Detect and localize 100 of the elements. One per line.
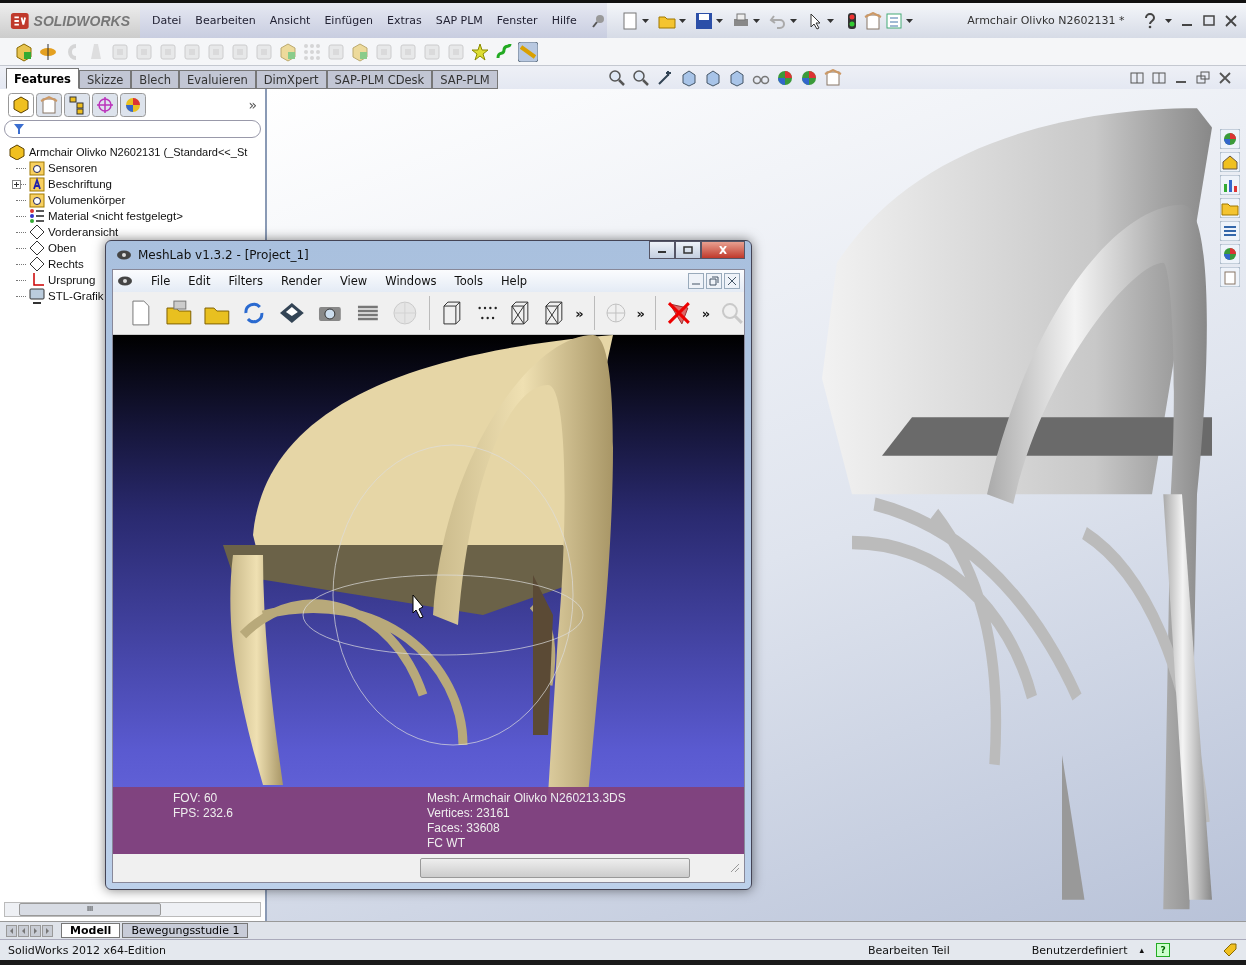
units-selector[interactable]: Benutzerdefiniert (1031, 943, 1128, 957)
help-button[interactable]: ? (1156, 943, 1170, 957)
caret-icon[interactable] (826, 18, 834, 23)
close-icon[interactable] (1224, 13, 1238, 28)
menu-item[interactable]: Render (281, 274, 322, 288)
info-text: FOV: 60 (173, 791, 219, 806)
expand-icon[interactable] (12, 180, 21, 189)
edit-mode-text: Bearbeiten Teil (868, 943, 950, 957)
caret-icon[interactable] (641, 18, 649, 23)
part-icon (8, 143, 26, 160)
maximize-icon[interactable] (1202, 13, 1216, 28)
restore-icon[interactable] (1196, 70, 1210, 85)
close-icon[interactable] (1218, 70, 1232, 85)
tree-item[interactable]: Sensoren (48, 162, 98, 174)
caret-icon[interactable] (789, 18, 797, 23)
tree-item[interactable]: STL-Grafik (48, 290, 104, 302)
menu-item[interactable]: Filters (228, 274, 263, 288)
folder-icon[interactable] (164, 299, 193, 327)
folder-icon[interactable] (1220, 198, 1240, 218)
units-arrow[interactable]: ▴ (1139, 945, 1144, 955)
feature-tree-icon[interactable] (8, 93, 34, 117)
menu-item[interactable]: Windows (385, 274, 437, 288)
chart-icon[interactable] (1220, 175, 1240, 195)
cube-icon[interactable] (703, 68, 722, 87)
command-tab[interactable]: Features (6, 68, 79, 89)
more-button[interactable]: » (575, 305, 584, 321)
checklist-icon[interactable] (884, 11, 903, 30)
tree-root-label[interactable]: Armchair Olivko N2602131 (_Standard<<_St (29, 145, 248, 158)
axis-icon[interactable] (38, 41, 58, 62)
caret-icon[interactable] (715, 18, 723, 23)
resize-grip-icon[interactable] (730, 863, 740, 873)
zoom-icon[interactable] (607, 68, 626, 87)
menu-item[interactable]: Einfügen (324, 14, 373, 27)
model-tab[interactable]: Modell (61, 923, 121, 938)
close-icon (718, 246, 728, 254)
menu-item[interactable]: Extras (386, 14, 422, 27)
tree-item[interactable]: Oben (48, 242, 77, 254)
logo-icon (10, 10, 30, 31)
menu-item[interactable]: Edit (188, 274, 211, 288)
monitor-icon (29, 288, 45, 304)
close-icon[interactable] (724, 273, 740, 289)
more-button[interactable]: » (636, 305, 645, 321)
menu-item[interactable]: Fenster (496, 14, 538, 27)
menu-item[interactable]: Help (500, 274, 528, 288)
menu-item[interactable]: SAP PLM (435, 14, 483, 27)
model-tab[interactable]: Bewegungsstudie 1 (122, 923, 249, 938)
eye-logo-icon (117, 275, 133, 287)
menu-item[interactable]: View (339, 274, 368, 288)
info-text: Mesh: Armchair Olivko N260213.3DS (427, 791, 627, 806)
command-tab[interactable]: SAP-PLM (432, 70, 498, 89)
split-view-icon[interactable] (1152, 70, 1166, 85)
zoom-icon[interactable] (631, 68, 650, 87)
tree-item[interactable]: Beschriftung (48, 178, 112, 190)
tree-item[interactable]: Ursprung (48, 274, 96, 286)
caret-icon[interactable] (752, 18, 760, 23)
info-text: Vertices: 23161 (427, 806, 511, 821)
close-button[interactable] (701, 241, 745, 259)
more-button[interactable]: » (248, 97, 257, 113)
maximize-icon (683, 246, 693, 254)
tree-item[interactable]: Material <nicht festgelegt> (48, 210, 183, 222)
cube-icon[interactable] (14, 41, 34, 62)
caret-icon[interactable] (1165, 18, 1172, 23)
crossed-out-icon[interactable] (665, 300, 692, 326)
annotation-folder-icon (29, 176, 45, 192)
house-icon[interactable] (1220, 152, 1240, 172)
command-tab[interactable]: Blech (131, 70, 180, 89)
menu-item[interactable]: File (151, 274, 171, 288)
menu-item[interactable]: Bearbeiten (195, 14, 256, 27)
pin-icon[interactable] (590, 12, 607, 29)
tree-item[interactable]: Volumenkörper (48, 194, 126, 206)
tree-item[interactable]: Vorderansicht (48, 226, 119, 238)
caret-icon[interactable] (678, 18, 686, 23)
ruler-icon[interactable] (518, 41, 538, 62)
split-view-icon[interactable] (1130, 70, 1144, 85)
checklist-icon[interactable] (1220, 221, 1240, 241)
sphere-icon[interactable] (799, 68, 818, 87)
menu-item[interactable]: Tools (454, 274, 483, 288)
help-icon[interactable] (1143, 12, 1157, 29)
caret-icon[interactable] (905, 18, 913, 23)
command-tab[interactable]: Skizze (78, 70, 132, 89)
menu-item[interactable]: Ansicht (269, 14, 311, 27)
command-tab[interactable]: Evaluieren (179, 70, 256, 89)
box-icon[interactable] (679, 68, 698, 87)
target-icon[interactable] (92, 93, 118, 117)
tag-icon[interactable] (1222, 942, 1238, 958)
tree-item[interactable]: Rechts (48, 258, 84, 270)
menu-item[interactable]: Hilfe (551, 14, 577, 27)
maximize-button[interactable] (675, 241, 701, 259)
cube-icon[interactable] (727, 68, 746, 87)
more-button[interactable]: » (701, 305, 711, 321)
sphere-icon[interactable] (775, 68, 794, 87)
folder-icon (29, 160, 45, 176)
command-tab[interactable]: SAP-PLM CDesk (326, 70, 433, 89)
appearance-icon[interactable] (120, 93, 146, 117)
dots-icon[interactable] (302, 41, 322, 62)
minimize-button[interactable] (649, 241, 675, 259)
configuration-icon[interactable] (64, 93, 90, 117)
star-icon[interactable] (470, 41, 490, 62)
menu-item[interactable]: Datei (152, 14, 182, 27)
command-tab[interactable]: DimXpert (255, 70, 327, 89)
